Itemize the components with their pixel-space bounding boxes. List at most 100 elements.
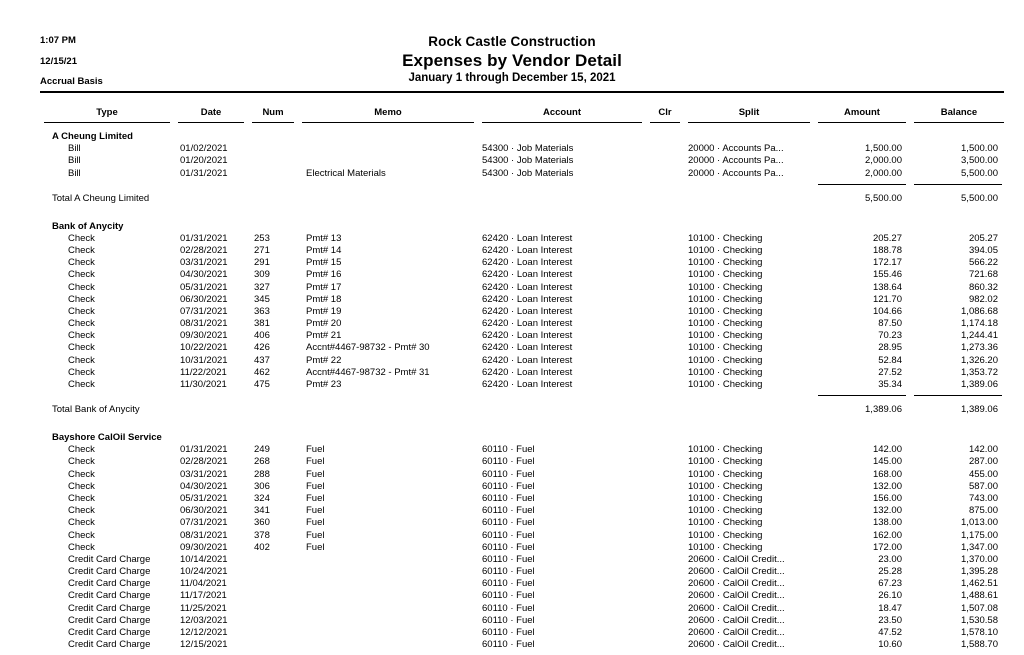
- table-row[interactable]: Check 04/30/2021 306 Fuel 60110 · Fuel 10100 …: [40, 480, 1008, 492]
- table-row[interactable]: Check 08/31/2021 378 Fuel 60110 · Fuel 10100 …: [40, 528, 1008, 541]
- cell-memo: [298, 565, 478, 577]
- column-header-split[interactable]: Split: [684, 100, 814, 120]
- column-header-clr[interactable]: Clr: [646, 100, 684, 120]
- table-row[interactable]: Check 02/28/2021 268 Fuel 60110 · Fuel 10100 …: [40, 455, 1008, 467]
- cell-amount: 205.27: [872, 232, 902, 244]
- table-row[interactable]: Credit Card Charge 10/24/2021 60110 · Fuel…: [40, 565, 1008, 577]
- table-row[interactable]: Check 10/31/2021 437 Pmt# 22 62420 · Loan In…: [40, 353, 1008, 366]
- cell-date: 12/03/2021: [180, 614, 228, 626]
- report-period: January 1 through December 15, 2021: [408, 71, 616, 84]
- column-header-account[interactable]: Account: [478, 100, 646, 120]
- table-row[interactable]: Check 09/30/2021 402 Fuel 60110 · Fuel 10100 …: [40, 541, 1008, 553]
- cell-balance: 394.05: [968, 244, 998, 256]
- cell-type: Bill: [68, 155, 81, 167]
- table-row[interactable]: Check 09/30/2021 406 Pmt# 21 62420 · Loan In…: [40, 329, 1008, 341]
- table-row[interactable]: Check 04/30/2021 309 Pmt# 16 62420 · Loan In…: [40, 268, 1008, 280]
- cell-split: 10100 · Checking: [688, 366, 763, 378]
- table-row[interactable]: Credit Card Charge 12/03/2021 60110 · Fuel…: [40, 614, 1008, 626]
- table-row[interactable]: Check 01/31/2021 253 Pmt# 13 62420 · Loan In…: [40, 232, 1008, 244]
- cell-num: 341: [254, 505, 270, 517]
- table-row[interactable]: Check 10/22/2021 426 Accnt#4467-98732 - Pmt…: [40, 341, 1008, 353]
- cell-balance: 721.68: [968, 269, 998, 281]
- cell-clr: [646, 353, 684, 365]
- cell-split: 20000 · Accounts Pa...: [688, 167, 784, 179]
- column-header-memo[interactable]: Memo: [298, 100, 478, 120]
- cell-balance: 587.00: [968, 480, 998, 492]
- cell-split: 10100 · Checking: [688, 492, 763, 504]
- table-row[interactable]: Check 11/22/2021 462 Accnt#4467-98732 - Pmt…: [40, 366, 1008, 378]
- column-header-amount[interactable]: Amount: [814, 100, 910, 120]
- cell-num: 291: [254, 257, 270, 269]
- cell-date: 07/31/2021: [180, 517, 228, 529]
- table-row[interactable]: Check 06/30/2021 341 Fuel 60110 · Fuel 10100 …: [40, 504, 1008, 516]
- cell-balance: 1,174.18: [961, 318, 998, 330]
- table-row[interactable]: Check 01/31/2021 249 Fuel 60110 · Fuel 10100 …: [40, 443, 1008, 455]
- cell-memo: [298, 638, 478, 650]
- cell-memo: Accnt#4467-98732 - Pmt# 30: [306, 342, 430, 354]
- table-row[interactable]: Check 07/31/2021 363 Pmt# 19 62420 · Loan In…: [40, 305, 1008, 317]
- cell-type: Credit Card Charge: [68, 639, 151, 651]
- cell-memo: Pmt# 22: [306, 354, 342, 366]
- cell-clr: [646, 142, 684, 154]
- cell-account: 62420 · Loan Interest: [482, 342, 573, 354]
- cell-num: [248, 553, 298, 565]
- cell-split: 10100 · Checking: [688, 529, 763, 541]
- cell-balance: 1,578.10: [961, 627, 998, 638]
- cell-amount: 156.00: [872, 492, 902, 504]
- table-row[interactable]: Check 05/31/2021 327 Pmt# 17 62420 · Loan In…: [40, 280, 1008, 293]
- cell-num: [248, 638, 298, 650]
- cell-memo: Pmt# 21: [306, 330, 342, 342]
- column-header-date[interactable]: Date: [174, 100, 248, 120]
- vendor-group-header[interactable]: A Cheung Limited: [40, 123, 1008, 142]
- table-row[interactable]: Check 03/31/2021 288 Fuel 60110 · Fuel 10100 …: [40, 467, 1008, 480]
- cell-account: 60110 · Fuel: [482, 480, 535, 492]
- cell-amount: 162.00: [872, 529, 902, 541]
- cell-clr: [646, 492, 684, 504]
- report-header: 1:07 PM 12/15/21 Accrual Basis Rock Cast…: [0, 0, 1024, 106]
- column-header-type[interactable]: Type: [40, 100, 174, 120]
- table-row[interactable]: Credit Card Charge 12/12/2021 60110 · Fuel…: [40, 626, 1008, 638]
- table-row[interactable]: Check 05/31/2021 324 Fuel 60110 · Fuel 10100 …: [40, 492, 1008, 504]
- cell-date: 11/22/2021: [180, 366, 227, 378]
- cell-balance: 1,507.08: [961, 602, 998, 614]
- cell-account: 60110 · Fuel: [482, 602, 535, 614]
- column-header-balance[interactable]: Balance: [910, 100, 1008, 120]
- cell-split: 10100 · Checking: [688, 342, 763, 354]
- table-row[interactable]: Credit Card Charge 11/25/2021 60110 · Fuel…: [40, 601, 1008, 614]
- table-row[interactable]: Credit Card Charge 11/04/2021 60110 · Fuel…: [40, 577, 1008, 589]
- cell-date: 11/04/2021: [180, 578, 227, 590]
- cell-memo: [298, 142, 478, 154]
- cell-balance: 3,500.00: [961, 155, 998, 167]
- table-row[interactable]: Check 03/31/2021 291 Pmt# 15 62420 · Loan In…: [40, 256, 1008, 268]
- column-header-num[interactable]: Num: [248, 100, 298, 120]
- cell-memo: Pmt# 16: [306, 269, 342, 281]
- table-row[interactable]: Check 06/30/2021 345 Pmt# 18 62420 · Loan In…: [40, 293, 1008, 305]
- vendor-group-header[interactable]: Bayshore CalOil Service: [40, 424, 1008, 443]
- cell-type: Credit Card Charge: [68, 578, 151, 590]
- table-row[interactable]: Bill 01/31/2021 Electrical Materials 54300 …: [40, 166, 1008, 179]
- table-row[interactable]: Check 07/31/2021 360 Fuel 60110 · Fuel 10100 …: [40, 516, 1008, 528]
- cell-type: Credit Card Charge: [68, 566, 151, 578]
- table-row[interactable]: Check 02/28/2021 271 Pmt# 14 62420 · Loan In…: [40, 244, 1008, 256]
- table-row[interactable]: Bill 01/20/2021 54300 · Job Materials 20000…: [40, 154, 1008, 166]
- cell-split: 10100 · Checking: [688, 244, 763, 256]
- cell-memo: Pmt# 15: [306, 257, 342, 269]
- vendor-total-amount: 1,389.06: [865, 404, 902, 415]
- cell-memo: Pmt# 23: [306, 379, 342, 390]
- table-row[interactable]: Credit Card Charge 10/14/2021 60110 · Fuel…: [40, 553, 1008, 565]
- vendor-group-header[interactable]: Bank of Anycity: [40, 213, 1008, 232]
- cell-split: 10100 · Checking: [688, 232, 763, 244]
- cell-clr: [646, 480, 684, 492]
- table-row[interactable]: Credit Card Charge 12/15/2021 60110 · Fuel…: [40, 638, 1008, 650]
- cell-memo: Fuel: [306, 444, 325, 456]
- table-row[interactable]: Check 08/31/2021 381 Pmt# 20 62420 · Loan In…: [40, 317, 1008, 329]
- table-row[interactable]: Check 11/30/2021 475 Pmt# 23 62420 · Loan In…: [40, 378, 1008, 390]
- cell-date: 01/31/2021: [180, 167, 228, 179]
- table-row[interactable]: Bill 01/02/2021 54300 · Job Materials 20000…: [40, 142, 1008, 154]
- cell-memo: [298, 154, 478, 166]
- cell-clr: [646, 341, 684, 353]
- table-head: Type Date Num Memo Account Clr Split Amo…: [40, 100, 1008, 123]
- table-row[interactable]: Credit Card Charge 11/17/2021 60110 · Fuel…: [40, 589, 1008, 601]
- cell-date: 11/25/2021: [180, 602, 227, 614]
- cell-balance: 142.00: [968, 444, 998, 456]
